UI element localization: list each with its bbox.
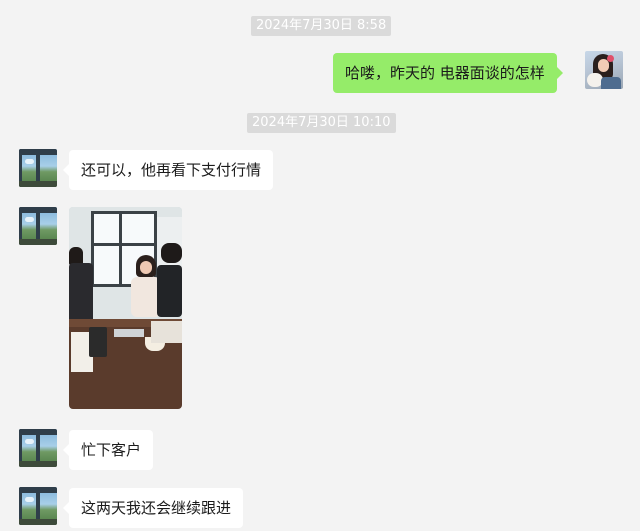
image-message[interactable] — [69, 207, 182, 409]
contact-avatar[interactable] — [19, 149, 57, 187]
message-bubble-other[interactable]: 忙下客户 — [62, 430, 154, 470]
timestamp: 2024年7月30日 8:58 — [251, 16, 392, 36]
contact-avatar[interactable] — [19, 207, 57, 245]
message-bubble-self[interactable]: 哈喽，昨天的 电器面谈的怎样 — [333, 53, 563, 93]
message-bubble-other[interactable]: 这两天我还会继续跟进 — [62, 488, 244, 528]
contact-avatar[interactable] — [19, 429, 57, 467]
contact-avatar[interactable] — [19, 487, 57, 525]
timestamp: 2024年7月30日 10:10 — [247, 113, 396, 133]
message-bubble-other[interactable]: 还可以，他再看下支付行情 — [62, 150, 274, 190]
self-avatar[interactable] — [585, 51, 623, 89]
